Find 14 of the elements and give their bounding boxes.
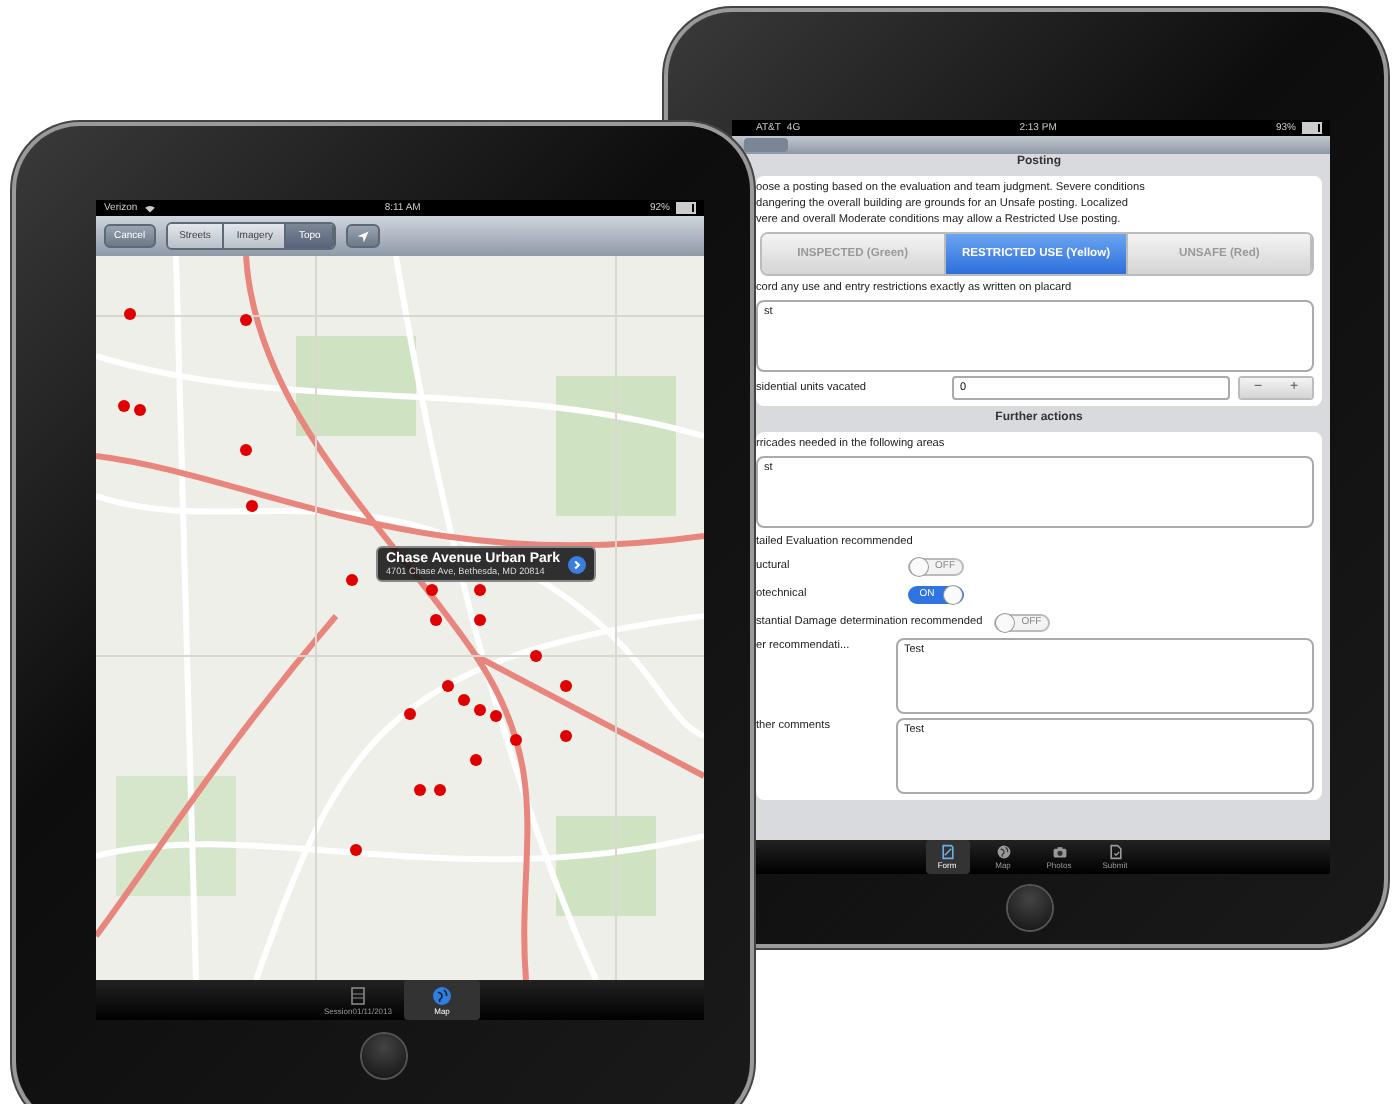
locate-button[interactable]: [346, 224, 381, 248]
globe-icon: [432, 985, 452, 1005]
battery-icon: [676, 202, 696, 214]
globe-icon: [995, 844, 1011, 860]
document-icon: [1107, 844, 1123, 860]
camera-icon: [1051, 844, 1067, 860]
battery-icon: [1302, 122, 1323, 134]
home-button[interactable]: [362, 1034, 406, 1078]
location-arrow-icon: [356, 229, 371, 243]
list-icon: [348, 985, 368, 1005]
form-icon: [939, 844, 955, 860]
wifi-icon: [143, 203, 156, 213]
disclosure-icon[interactable]: [568, 555, 587, 573]
home-button[interactable]: [1008, 886, 1052, 930]
